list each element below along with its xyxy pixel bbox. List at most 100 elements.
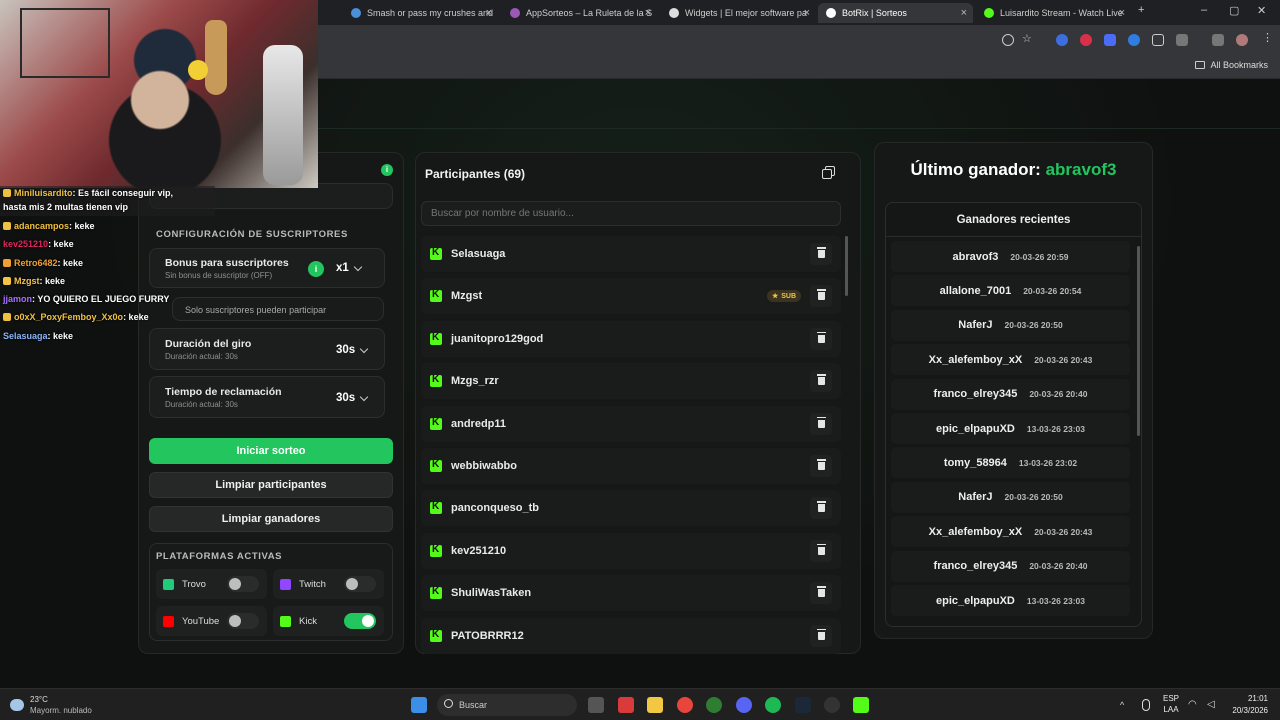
participant-search-input[interactable] [421, 201, 841, 226]
chevron-down-icon [359, 392, 369, 401]
language-indicator[interactable]: ESP LAA [1163, 693, 1179, 715]
section-title-subs: CONFIGURACIÓN DE SUSCRIPTORES [156, 229, 348, 240]
delete-participant-button[interactable] [810, 497, 832, 520]
chat-message: o0xX_PoxyFemboy_Xx0o: keke [3, 312, 149, 322]
kick-app-icon[interactable] [853, 697, 869, 713]
participant-row[interactable]: ShuliWasTaken [421, 575, 841, 612]
minimize-icon[interactable]: – [1201, 4, 1207, 16]
obs-icon[interactable] [824, 697, 840, 713]
spin-title: Duración del giro [165, 338, 252, 350]
extension-icon[interactable] [1056, 34, 1068, 46]
task-view-icon[interactable] [588, 697, 604, 713]
trovo-toggle[interactable] [227, 576, 259, 592]
delete-participant-button[interactable] [810, 243, 832, 265]
start-raffle-button[interactable]: Iniciar sorteo [149, 438, 393, 464]
delete-participant-button[interactable] [810, 582, 832, 605]
close-icon[interactable]: × [804, 7, 810, 19]
browser-tab-active[interactable]: BotRix | Sorteos × [818, 3, 973, 23]
extension-icon[interactable] [1152, 34, 1164, 46]
star-icon[interactable]: ☆ [1022, 32, 1034, 45]
participant-row[interactable]: Mzgst ★SUB [421, 278, 841, 315]
only-subs-option[interactable]: Solo suscriptores pueden participar [172, 297, 384, 321]
scrollbar[interactable] [845, 236, 848, 296]
participant-row[interactable]: Selasuaga [421, 236, 841, 272]
spin-duration-select[interactable]: 30s [336, 344, 369, 356]
claim-time-select[interactable]: 30s [336, 392, 369, 404]
spotify-icon[interactable] [765, 697, 781, 713]
delete-participant-button[interactable] [810, 285, 832, 308]
chat-text: : Es fácil conseguir vip, [72, 188, 174, 198]
clear-participants-button[interactable]: Limpiar participantes [149, 472, 393, 498]
close-icon[interactable]: × [961, 7, 967, 19]
winner-row: NaferJ 20-03-26 20:50 [891, 309, 1130, 341]
new-tab-button[interactable]: + [1138, 4, 1144, 16]
discord-icon[interactable] [736, 697, 752, 713]
platform-trovo: Trovo [156, 569, 267, 599]
trash-icon [816, 247, 826, 258]
extension-icon[interactable] [1128, 34, 1140, 46]
maximize-icon[interactable]: ▢ [1229, 4, 1239, 17]
weather-widget[interactable]: 23°C Mayorm. nublado [10, 694, 92, 716]
winner-name: epic_elpapuXD [936, 422, 1015, 435]
chat-message: jjamon: YO QUIERO EL JUEGO FURRY [3, 294, 169, 304]
menu-icon[interactable] [1212, 34, 1224, 46]
info-icon[interactable]: i [381, 164, 393, 176]
info-icon[interactable]: i [308, 261, 324, 277]
chrome-icon[interactable] [677, 697, 693, 713]
copy-icon[interactable] [822, 166, 836, 180]
close-icon[interactable]: × [486, 7, 492, 19]
close-window-icon[interactable]: ✕ [1257, 4, 1266, 17]
youtube-toggle[interactable] [227, 613, 259, 629]
all-bookmarks-button[interactable]: All Bookmarks [1195, 60, 1268, 70]
clear-winners-button[interactable]: Limpiar ganadores [149, 506, 393, 532]
microphone-icon[interactable] [1142, 699, 1150, 711]
kick-toggle[interactable] [344, 613, 376, 629]
clock[interactable]: 21:01 20/3/2026 [1232, 693, 1268, 717]
toggle-knob [346, 578, 358, 590]
participant-row[interactable]: Mzgs_rzr [421, 363, 841, 400]
chat-badge-icon [3, 313, 11, 321]
volume-icon[interactable]: ◁ [1207, 699, 1219, 711]
profile-avatar[interactable] [1236, 34, 1248, 46]
delete-participant-button[interactable] [810, 624, 832, 647]
delete-participant-button[interactable] [810, 370, 832, 393]
windows-start-icon[interactable] [411, 697, 427, 713]
browser-tab-3[interactable]: Widgets | El mejor software pa × [661, 3, 816, 23]
spin-duration-card: Duración del giro Duración actual: 30s 3… [149, 328, 385, 370]
delete-participant-button[interactable] [810, 327, 832, 350]
file-explorer-icon[interactable] [647, 697, 663, 713]
twitch-toggle[interactable] [344, 576, 376, 592]
trovo-icon [163, 578, 174, 590]
participant-row[interactable]: webbiwabbo [421, 448, 841, 484]
participant-row[interactable]: juanitopro129god [421, 320, 841, 357]
extension-icon[interactable] [1080, 34, 1092, 46]
bonus-title: Bonus para suscriptores [165, 257, 289, 269]
participant-row[interactable]: kev251210 [421, 532, 841, 569]
taskbar-search[interactable]: Buscar [437, 694, 577, 716]
bonus-multiplier-select[interactable]: x1 [336, 262, 363, 274]
browser-tab-1[interactable]: Smash or pass my crushes and × [343, 3, 498, 23]
xbox-icon[interactable] [706, 697, 722, 713]
browser-tab-2[interactable]: AppSorteos – La Ruleta de la S × [502, 3, 657, 23]
kick-icon [430, 459, 442, 472]
participant-row[interactable]: andredp11 [421, 405, 841, 442]
participant-row[interactable]: panconqueso_tb [421, 490, 841, 527]
close-icon[interactable]: × [1119, 7, 1125, 19]
close-icon[interactable]: × [645, 7, 651, 19]
extension-icon[interactable] [1104, 34, 1116, 46]
scrollbar[interactable] [1137, 246, 1140, 436]
puzzle-icon[interactable] [1176, 34, 1188, 46]
wifi-icon[interactable]: ◠ [1188, 699, 1200, 711]
chevron-up-icon[interactable]: ^ [1120, 700, 1130, 710]
steam-icon[interactable] [795, 697, 811, 713]
kebab-menu-icon[interactable]: ⋮ [1262, 31, 1274, 44]
delete-participant-button[interactable] [810, 412, 832, 435]
zoom-icon[interactable] [1002, 34, 1014, 46]
delete-participant-button[interactable] [810, 455, 832, 477]
winner-date: 13-03-26 23:02 [1018, 457, 1078, 468]
browser-tab-5[interactable]: Luisardito Stream - Watch Live × [976, 3, 1131, 23]
participant-name: juanitopro129god [451, 332, 544, 345]
app-icon[interactable] [618, 697, 634, 713]
delete-participant-button[interactable] [810, 539, 832, 562]
participant-row[interactable]: PATOBRRR12 [421, 617, 841, 654]
